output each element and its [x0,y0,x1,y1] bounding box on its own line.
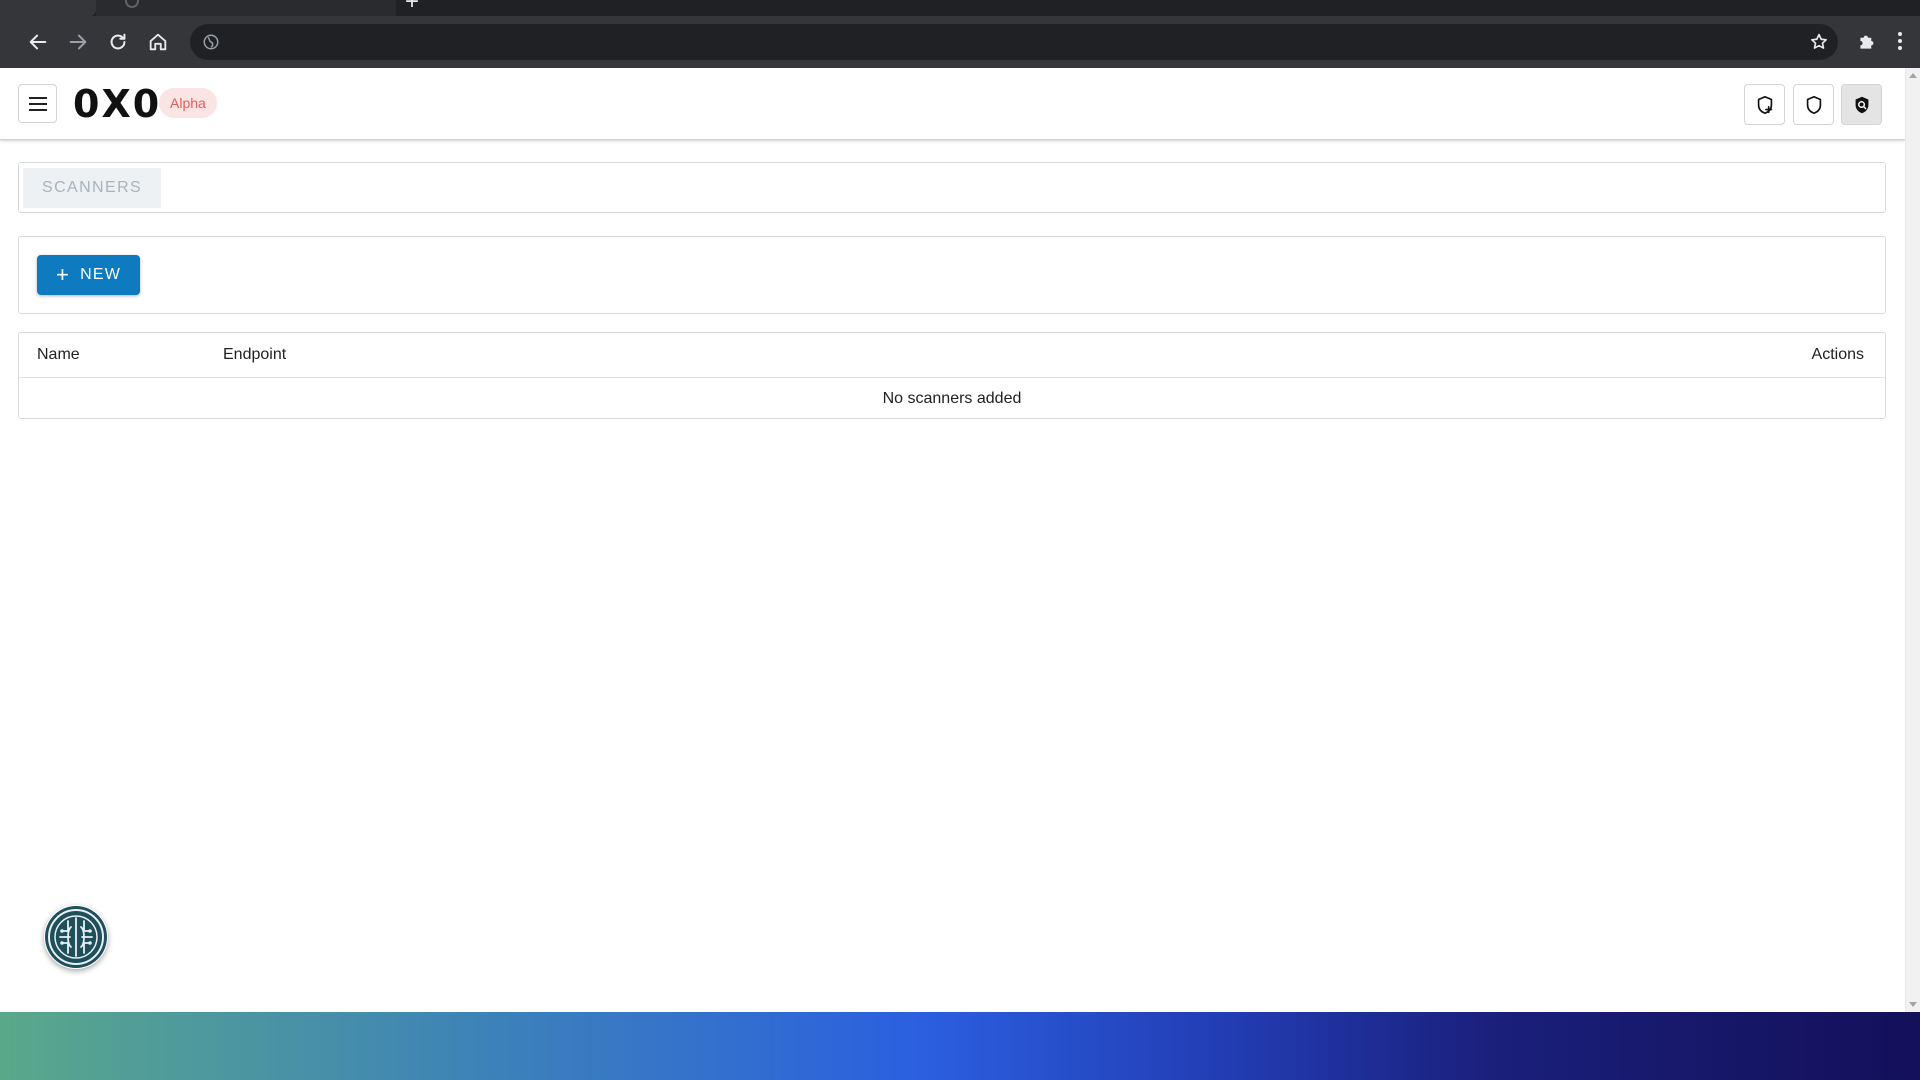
scanners-button[interactable] [1841,84,1882,125]
arrow-right-icon [69,34,87,50]
globe-icon [203,34,219,50]
reload-button[interactable] [102,26,134,58]
assistant-avatar-icon[interactable] [44,905,108,969]
menu-button[interactable] [18,84,57,123]
column-header-actions: Actions [1811,346,1864,363]
page-scrollbar[interactable] [1905,68,1920,1012]
alpha-badge: Alpha [159,88,217,118]
app-header: 0X0 Alpha [0,68,1905,140]
shield-icon [1806,95,1821,114]
hamburger-icon [28,96,47,111]
browser-menu-icon[interactable] [1890,28,1910,54]
browser-tab[interactable] [96,0,396,16]
address-bar[interactable] [190,24,1838,60]
desktop-background [0,1012,1920,1080]
scanners-table: Name Endpoint Actions No scanners added [18,332,1886,419]
browser-toolbar [0,16,1920,68]
new-tab-button[interactable]: + [405,0,419,14]
column-header-endpoint[interactable]: Endpoint [223,333,286,377]
scroll-up-arrow-icon[interactable] [1909,73,1917,78]
shield-plus-icon [1757,95,1772,114]
reload-icon [110,33,126,50]
home-button[interactable] [142,26,174,58]
actions-panel: + NEW [18,236,1886,314]
security-button[interactable] [1793,84,1834,125]
plus-icon: + [56,262,71,287]
new-button-label: NEW [80,266,121,283]
new-scanner-button[interactable]: + NEW [37,255,140,295]
extensions-puzzle-icon[interactable] [1855,28,1881,54]
scroll-down-arrow-icon[interactable] [1909,1002,1917,1007]
shield-search-icon [1855,96,1868,113]
bookmark-star-icon[interactable] [1808,31,1830,53]
tab-scanners[interactable]: SCANNERS [23,168,162,208]
back-button[interactable] [22,26,54,58]
column-header-name[interactable]: Name [37,333,80,377]
forward-button[interactable] [62,26,94,58]
arrow-left-icon [29,34,47,50]
browser-tabstrip: + [0,0,1920,16]
empty-state-message: No scanners added [882,390,1022,407]
tabs-bar: SCANNERS [18,162,1886,213]
browser-tab-active[interactable] [0,0,96,16]
add-scan-button[interactable] [1744,84,1785,125]
page-viewport: 0X0 Alpha SCANNERS + NEW Name Endpoint A… [0,68,1920,1012]
app-logo[interactable]: 0X0 [73,82,161,126]
home-icon [149,33,167,51]
